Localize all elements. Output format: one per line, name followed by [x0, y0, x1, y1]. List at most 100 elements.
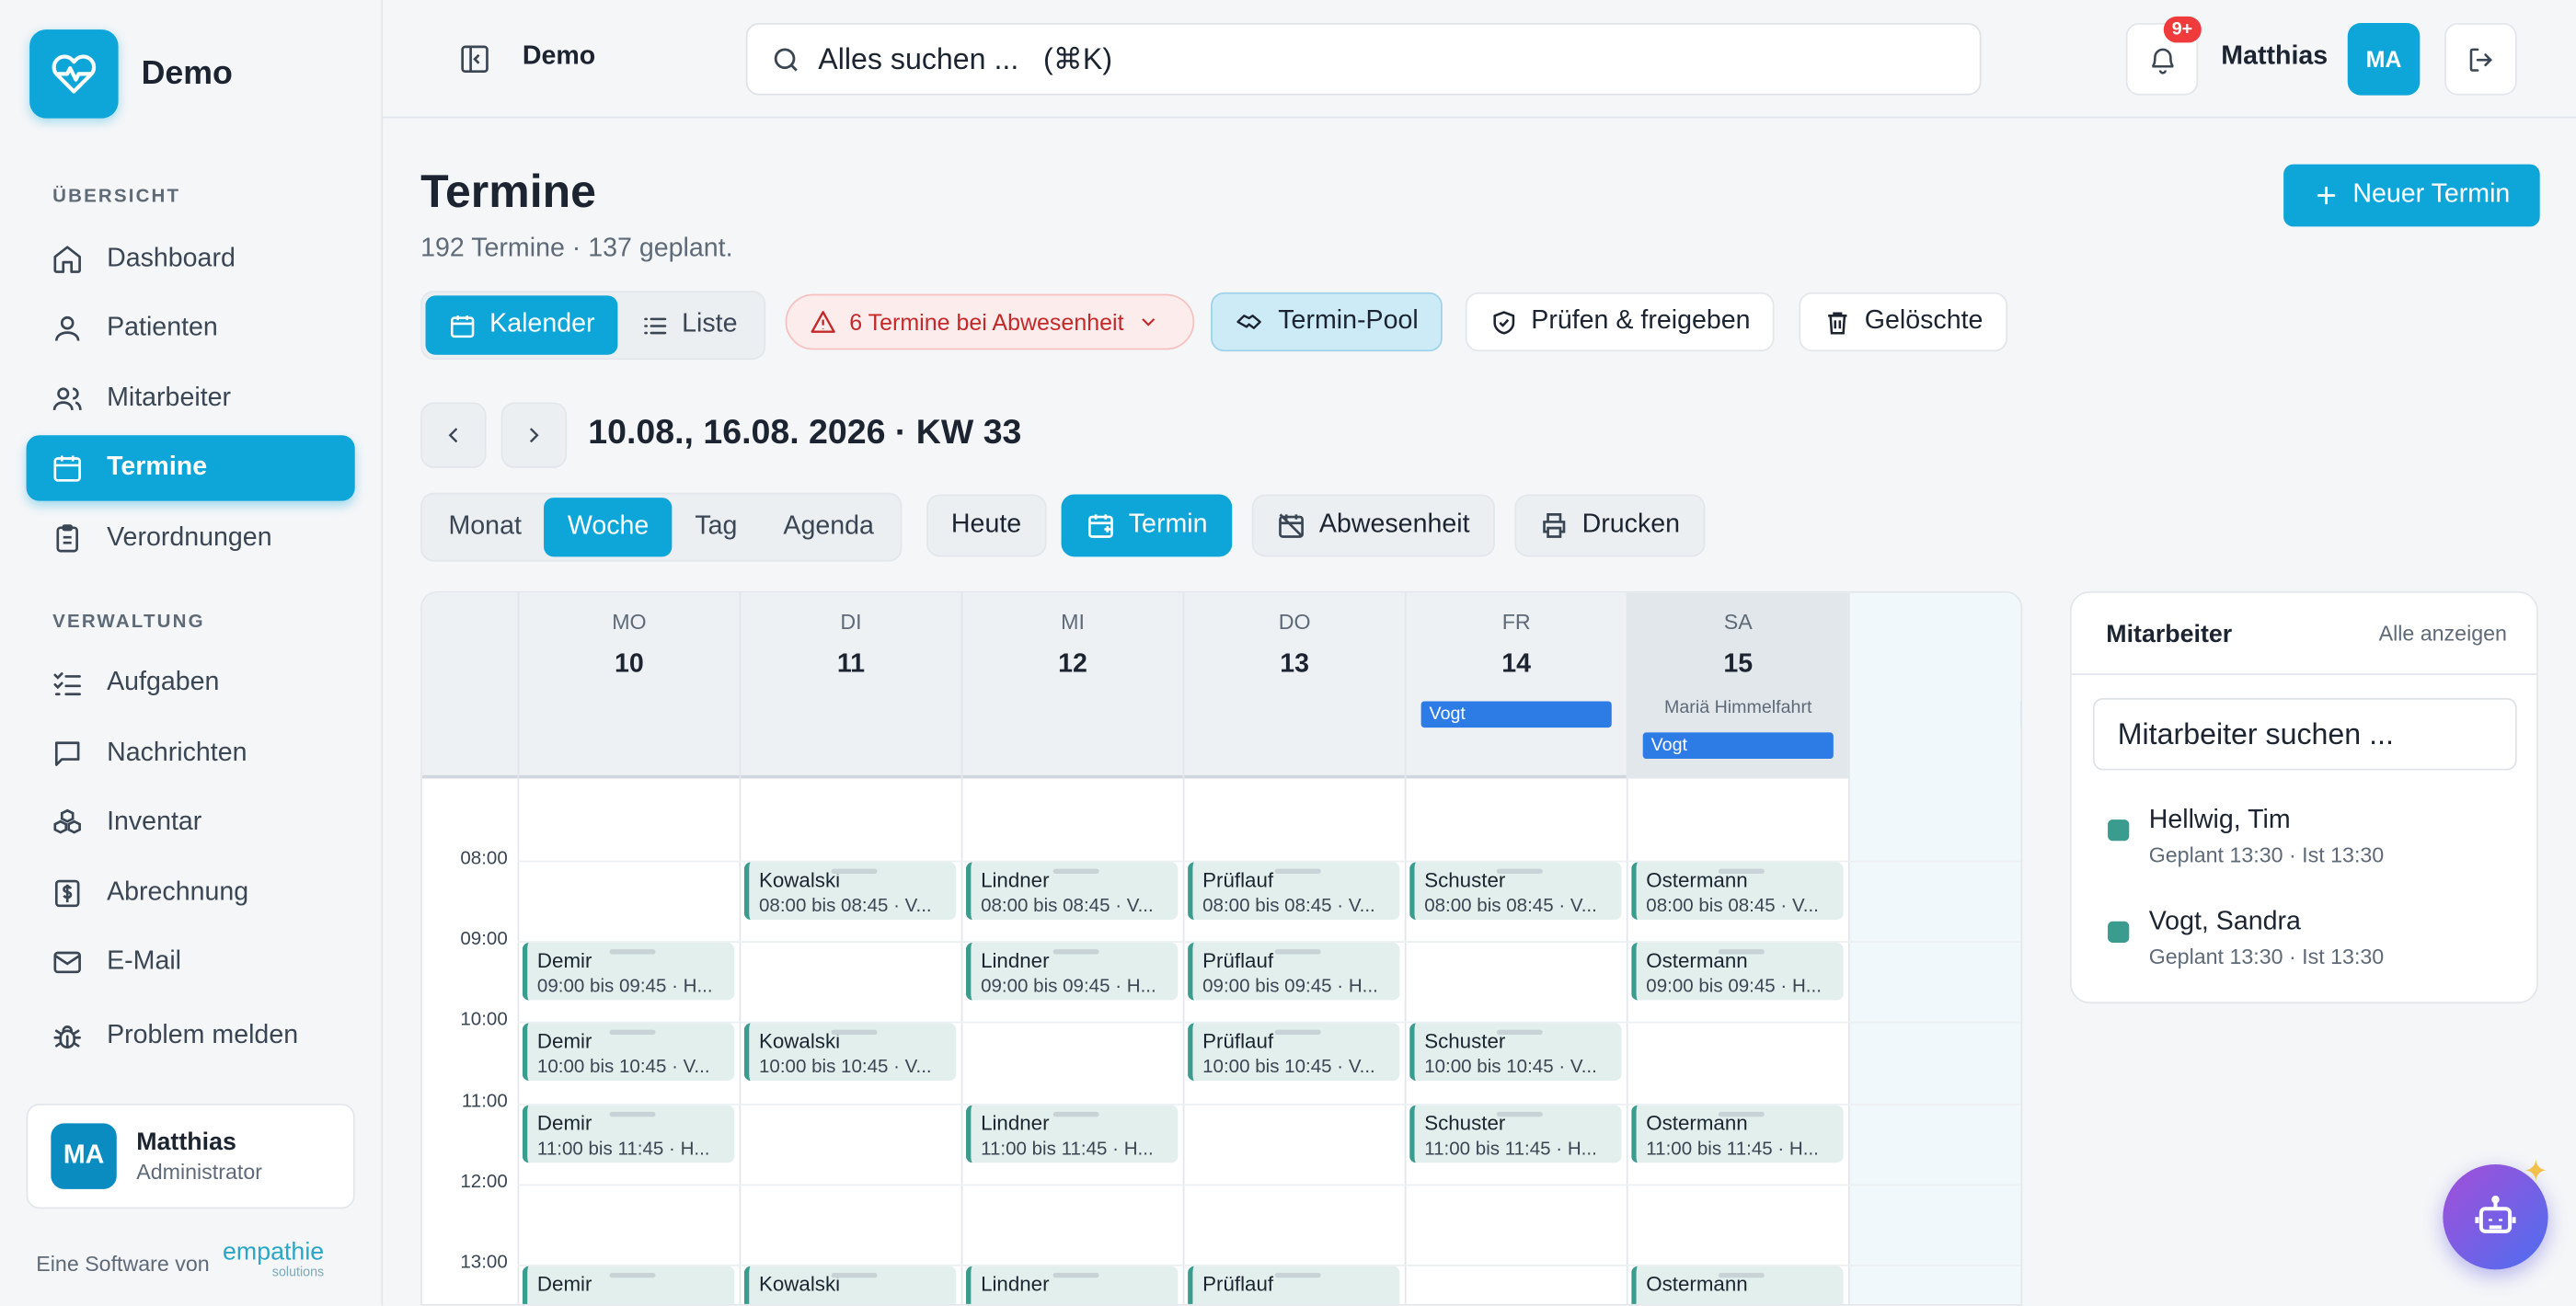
drag-handle[interactable]: [1496, 868, 1543, 874]
day-column[interactable]: [1404, 592, 1627, 1304]
show-all-link[interactable]: Alle anzeigen: [2379, 621, 2507, 646]
drag-handle[interactable]: [1718, 1111, 1765, 1117]
drag-handle[interactable]: [1718, 1272, 1765, 1278]
event-time: 11:00 bis 11:45 · H...: [1646, 1139, 1819, 1159]
prev-week-button[interactable]: [420, 402, 487, 468]
print-button[interactable]: Drucken: [1514, 494, 1705, 557]
sidebar-toggle-icon[interactable]: [458, 42, 491, 84]
appointment-event[interactable]: Schuster 11:00 bis 11:45 · H...: [1409, 1105, 1622, 1163]
sidebar-item-problem-melden[interactable]: Problem melden: [27, 1003, 355, 1069]
today-button[interactable]: Heute: [926, 494, 1046, 557]
sidebar-item-abrechnung[interactable]: Abrechnung: [27, 861, 355, 926]
appointment-event[interactable]: Kowalski: [743, 1266, 957, 1304]
drag-handle[interactable]: [609, 1030, 656, 1036]
termin-pool-button[interactable]: Termin-Pool: [1211, 292, 1443, 352]
deleted-button[interactable]: Gelöschte: [1799, 292, 2008, 352]
appointment-event[interactable]: Schuster 08:00 bis 08:45 · V...: [1409, 862, 1622, 920]
day-column[interactable]: [1847, 592, 2021, 1304]
event-time: 10:00 bis 10:45 · V...: [1424, 1058, 1597, 1079]
tab-liste[interactable]: Liste: [618, 295, 761, 354]
sidebar-item-email[interactable]: E-Mail: [27, 930, 355, 995]
drag-handle[interactable]: [1052, 1272, 1099, 1278]
next-week-button[interactable]: [500, 402, 568, 468]
drag-handle[interactable]: [831, 868, 878, 874]
appointment-event[interactable]: Demir 11:00 bis 11:45 · H...: [522, 1105, 735, 1163]
absence-warning-dropdown[interactable]: 6 Termine bei Abwesenheit: [785, 293, 1195, 350]
robot-icon: [2475, 1195, 2516, 1233]
sidebar-item-inventar[interactable]: Inventar: [27, 790, 355, 855]
event-time: 11:00 bis 11:45 · H...: [981, 1139, 1154, 1159]
sidebar-item-patienten[interactable]: Patienten: [27, 295, 355, 361]
appointment-event[interactable]: Prüflauf: [1188, 1266, 1400, 1304]
drag-handle[interactable]: [831, 1272, 878, 1278]
drag-handle[interactable]: [1496, 1030, 1543, 1036]
view-tag[interactable]: Tag: [672, 498, 760, 556]
view-agenda[interactable]: Agenda: [760, 498, 897, 556]
sidebar-item-mitarbeiter[interactable]: Mitarbeiter: [27, 366, 355, 431]
appointment-event[interactable]: Demir 10:00 bis 10:45 · V...: [522, 1024, 735, 1082]
message-icon: [54, 741, 80, 766]
drag-handle[interactable]: [1052, 949, 1099, 955]
brand[interactable]: Demo: [29, 29, 233, 119]
printer-icon: [1543, 513, 1566, 538]
appointment-event[interactable]: Prüflauf 10:00 bis 10:45 · V...: [1188, 1024, 1400, 1082]
calendar-icon: [53, 455, 81, 482]
event-time: 08:00 bis 08:45 · V...: [1646, 896, 1819, 917]
mail-icon: [53, 951, 81, 974]
drag-handle[interactable]: [1274, 868, 1321, 874]
drag-handle[interactable]: [1718, 949, 1765, 955]
event-time: 08:00 bis 08:45 · V...: [1424, 896, 1597, 917]
sidebar-item-nachrichten[interactable]: Nachrichten: [27, 721, 355, 786]
appointment-event[interactable]: Demir: [522, 1266, 735, 1304]
logout-button[interactable]: [2444, 22, 2517, 96]
sidebar-item-aufgaben[interactable]: Aufgaben: [27, 650, 355, 716]
chevron-right-icon: [529, 428, 539, 443]
sidebar-item-dashboard[interactable]: Dashboard: [27, 226, 355, 292]
sidebar-item-verordnungen[interactable]: Verordnungen: [27, 506, 355, 571]
appointment-event[interactable]: Lindner 09:00 bis 09:45 · H...: [965, 943, 1179, 1001]
drag-handle[interactable]: [1274, 949, 1321, 955]
staff-status: Geplant 13:30 · Ist 13:30: [2148, 944, 2385, 969]
sidebar-item-termine[interactable]: Termine: [26, 435, 355, 501]
appointment-event[interactable]: Lindner: [965, 1266, 1179, 1304]
appointment-event[interactable]: Kowalski 10:00 bis 10:45 · V...: [743, 1024, 957, 1082]
absence-button[interactable]: Abwesenheit: [1251, 494, 1495, 557]
new-appointment-button[interactable]: Neuer Termin: [2283, 164, 2540, 227]
drag-handle[interactable]: [831, 1030, 878, 1036]
tab-kalender[interactable]: Kalender: [425, 295, 618, 355]
appointment-event[interactable]: Prüflauf 09:00 bis 09:45 · H...: [1188, 943, 1400, 1001]
logout-icon: [2468, 47, 2492, 71]
avatar[interactable]: MA: [2347, 22, 2421, 96]
appointment-event[interactable]: Schuster 10:00 bis 10:45 · V...: [1409, 1024, 1622, 1082]
sidebar-item-label: Dashboard: [107, 245, 236, 273]
view-woche[interactable]: Woche: [544, 498, 673, 557]
drag-handle[interactable]: [1718, 868, 1765, 874]
appointment-event[interactable]: Prüflauf 08:00 bis 08:45 · V...: [1188, 862, 1400, 920]
new-termin-button[interactable]: Termin: [1061, 494, 1233, 557]
appointment-event[interactable]: Ostermann: [1631, 1266, 1844, 1304]
appointment-event[interactable]: Demir 09:00 bis 09:45 · H...: [522, 943, 735, 1001]
appointment-event[interactable]: Ostermann 08:00 bis 08:45 · V...: [1631, 862, 1844, 920]
hour-gridline: [517, 1184, 2021, 1186]
drag-handle[interactable]: [1052, 868, 1099, 874]
day-column[interactable]: [739, 592, 961, 1304]
empathie-logo[interactable]: empathie solutions: [223, 1240, 324, 1283]
appointment-event[interactable]: Lindner 08:00 bis 08:45 · V...: [965, 862, 1179, 920]
view-monat[interactable]: Monat: [425, 498, 544, 556]
drag-handle[interactable]: [1274, 1272, 1321, 1278]
global-search[interactable]: [745, 22, 1982, 96]
appointment-event[interactable]: Ostermann 09:00 bis 09:45 · H...: [1631, 943, 1844, 1001]
staff-search-input[interactable]: [2092, 697, 2517, 771]
drag-handle[interactable]: [1496, 1111, 1543, 1117]
search-input[interactable]: [818, 41, 1804, 77]
appointment-event[interactable]: Ostermann 11:00 bis 11:45 · H...: [1631, 1105, 1844, 1163]
review-button[interactable]: Prüfen & freigeben: [1465, 292, 1776, 352]
sidebar-user-card[interactable]: MA Matthias Administrator: [26, 1103, 355, 1209]
drag-handle[interactable]: [1274, 1030, 1321, 1036]
drag-handle[interactable]: [1052, 1111, 1099, 1117]
drag-handle[interactable]: [609, 1111, 656, 1117]
appointment-event[interactable]: Lindner 11:00 bis 11:45 · H...: [965, 1105, 1179, 1163]
drag-handle[interactable]: [609, 949, 656, 955]
drag-handle[interactable]: [609, 1272, 656, 1278]
appointment-event[interactable]: Kowalski 08:00 bis 08:45 · V...: [743, 862, 957, 920]
